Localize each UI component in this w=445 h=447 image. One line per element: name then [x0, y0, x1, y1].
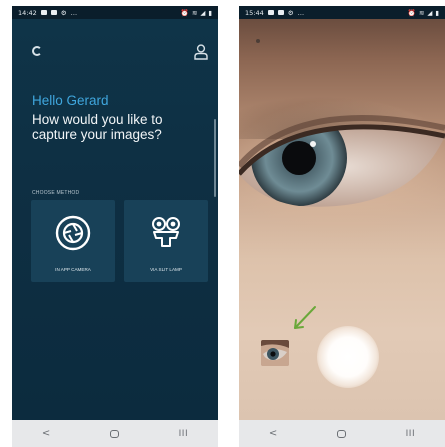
shutter-button[interactable]	[317, 326, 379, 388]
app-screenshot-left: 14:42 ⚙ … ⏰ ≋ ◢ ▮ Hello Gerard How would…	[12, 6, 218, 447]
recents-button[interactable]: III	[406, 429, 415, 439]
profile-icon[interactable]	[194, 44, 208, 60]
more-notifications-icon: …	[70, 8, 78, 17]
app-logo-icon	[32, 46, 42, 56]
app-screenshot-right: 15:44 ⚙ … ⏰ ≋ ◢ ▮ < III	[239, 6, 445, 447]
wifi-icon: ≋	[191, 8, 198, 17]
more-notifications-icon: …	[297, 8, 305, 17]
in-app-camera-button[interactable]: IN APP CAMERA	[31, 200, 115, 282]
battery-icon: ▮	[435, 8, 439, 17]
choose-method-label: CHOOSE METHOD	[32, 190, 80, 196]
via-slit-lamp-label: VIA SLIT LAMP	[150, 267, 182, 272]
focus-indicator-icon	[256, 39, 260, 43]
home-button[interactable]	[109, 429, 119, 438]
slit-lamp-icon	[152, 217, 180, 247]
signal-icon: ◢	[200, 8, 206, 17]
notification-icon	[40, 10, 47, 15]
last-captured-thumbnail[interactable]	[261, 340, 289, 366]
back-button[interactable]: <	[42, 428, 50, 439]
scrollbar[interactable]	[214, 119, 216, 197]
via-slit-lamp-button[interactable]: VIA SLIT LAMP	[124, 200, 208, 282]
notification-icon	[50, 10, 57, 15]
alarm-icon: ⏰	[407, 8, 416, 17]
settings-notification-icon: ⚙	[60, 8, 67, 17]
status-bar: 15:44 ⚙ … ⏰ ≋ ◢ ▮	[239, 6, 445, 19]
recents-button[interactable]: III	[179, 429, 188, 439]
battery-icon: ▮	[208, 8, 212, 17]
notification-icon	[277, 10, 284, 15]
back-button[interactable]: <	[269, 428, 277, 439]
in-app-camera-label: IN APP CAMERA	[55, 267, 91, 272]
eye-image	[239, 114, 445, 207]
notification-icon	[267, 10, 274, 15]
app-content: Hello Gerard How would you like to captu…	[12, 19, 218, 420]
navigation-bar: < III	[239, 420, 445, 447]
arrow-pointer-icon	[294, 306, 316, 329]
eye-thumbnail-image	[261, 340, 289, 366]
wifi-icon: ≋	[418, 8, 425, 17]
page-title: How would you like to capture your image…	[32, 112, 163, 142]
status-bar: 14:42 ⚙ … ⏰ ≋ ◢ ▮	[12, 6, 218, 19]
status-time: 15:44	[245, 8, 264, 17]
signal-icon: ◢	[427, 8, 433, 17]
status-time: 14:42	[18, 8, 37, 17]
navigation-bar: < III	[12, 420, 218, 447]
settings-notification-icon: ⚙	[287, 8, 294, 17]
alarm-icon: ⏰	[180, 8, 189, 17]
greeting-text: Hello Gerard	[32, 93, 109, 108]
camera-aperture-icon	[55, 215, 91, 251]
home-button[interactable]	[336, 429, 346, 438]
